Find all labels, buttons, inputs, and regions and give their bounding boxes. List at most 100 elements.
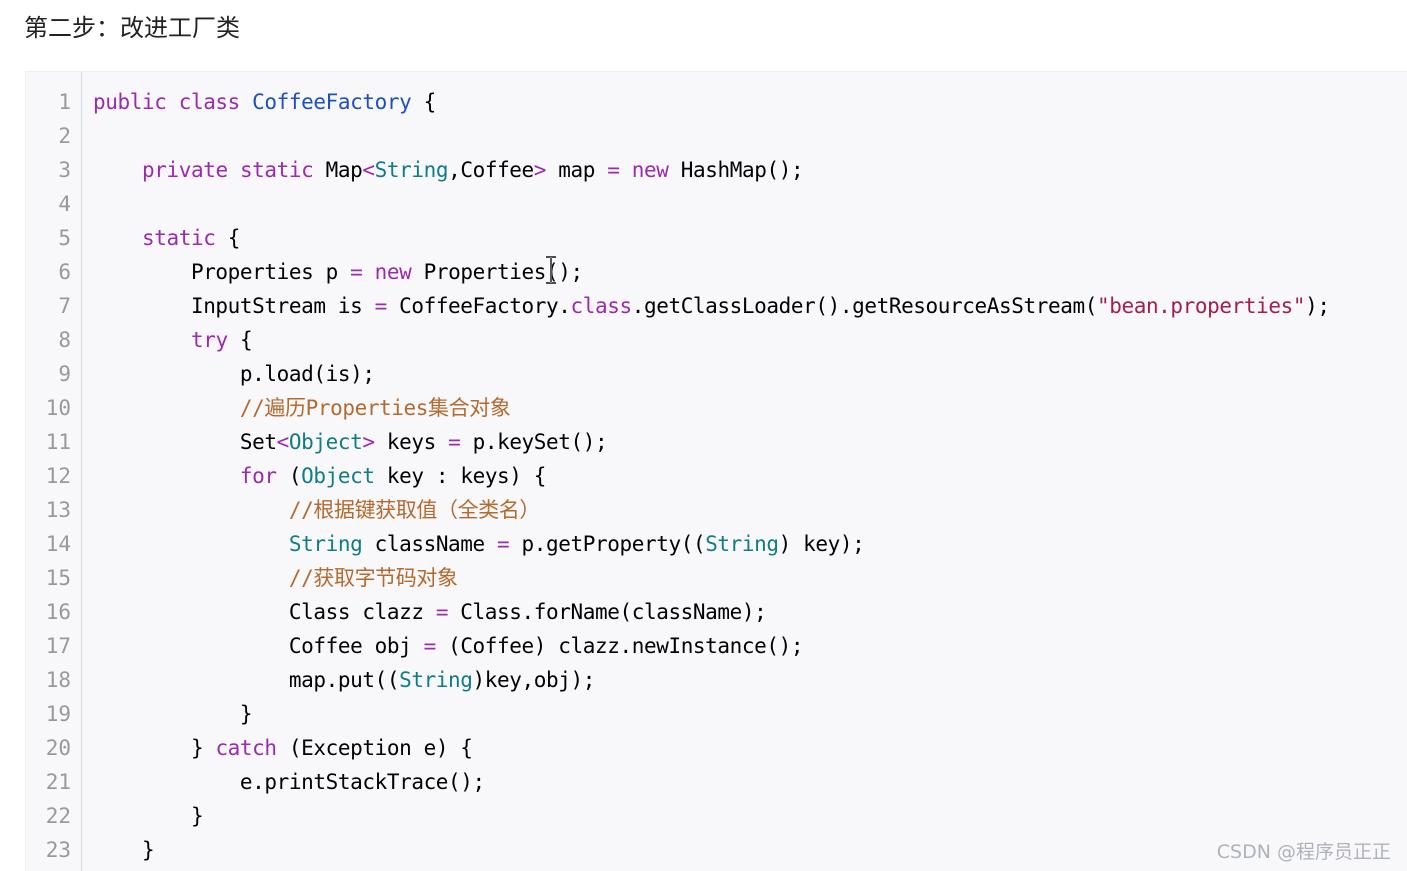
line-number: 3 xyxy=(58,158,71,182)
code-token: static xyxy=(141,226,228,250)
line-number: 1 xyxy=(58,90,71,114)
code-line: public class CoffeeFactory { xyxy=(93,85,436,119)
code-token: key : keys) { xyxy=(374,464,547,488)
line-number: 13 xyxy=(45,498,71,522)
code-token: map xyxy=(546,158,608,182)
line-number: 9 xyxy=(58,362,71,386)
code-token: p.load(is); xyxy=(93,362,375,386)
code-token: Coffee obj xyxy=(93,634,424,658)
line-number: 11 xyxy=(45,430,71,454)
line-number: 15 xyxy=(45,566,71,590)
code-token: } xyxy=(93,736,216,760)
code-token: } xyxy=(93,702,253,726)
code-token: p.getProperty(( xyxy=(509,532,706,556)
code-token: (Coffee) clazz.newInstance(); xyxy=(435,634,804,658)
code-line: //根据键获取值（全类名） xyxy=(93,493,541,527)
code-token: Class clazz xyxy=(93,600,436,624)
code-token: class xyxy=(178,90,253,114)
code-token: > xyxy=(362,430,375,454)
code-line: Class clazz = Class.forName(className); xyxy=(93,595,767,629)
code-line: for (Object key : keys) { xyxy=(93,459,547,493)
code-token: { xyxy=(239,328,253,352)
code-token: e.printStackTrace(); xyxy=(93,770,485,794)
watermark: CSDN @程序员正正 xyxy=(1216,841,1391,863)
code-line: //遍历Properties集合对象 xyxy=(93,391,511,425)
code-line: Coffee obj = (Coffee) clazz.newInstance(… xyxy=(93,629,804,663)
code-token: InputStream is xyxy=(93,294,375,318)
code-line: } xyxy=(93,833,155,867)
code-token: String xyxy=(288,532,363,556)
code-line: } xyxy=(93,799,204,833)
code-token: p.keySet(); xyxy=(460,430,608,454)
code-token: catch xyxy=(215,736,289,760)
code-token: ); xyxy=(1305,294,1330,318)
code-token: //遍历Properties集合对象 xyxy=(93,396,511,420)
code-token: ,Coffee xyxy=(448,158,534,182)
code-line: private static Map<String,Coffee> map = … xyxy=(93,153,804,187)
code-line: //获取字节码对象 xyxy=(93,561,458,595)
code-token: String xyxy=(374,158,449,182)
code-line: InputStream is = CoffeeFactory.class.get… xyxy=(93,289,1330,323)
code-token: < xyxy=(276,430,290,454)
line-number: 21 xyxy=(45,770,71,794)
line-number: 6 xyxy=(58,260,71,284)
code-token: = xyxy=(423,634,437,658)
code-token: //根据键获取值（全类名） xyxy=(93,498,541,522)
code-token: (Exception e) { xyxy=(288,736,473,760)
code-token: Class.forName(className); xyxy=(448,600,767,624)
code-token: keys xyxy=(374,430,449,454)
code-token: Properties(); xyxy=(423,260,584,284)
code-token: private xyxy=(141,158,240,182)
line-number: 4 xyxy=(58,192,71,216)
code-token: "bean.properties" xyxy=(1096,294,1306,318)
line-number: 16 xyxy=(45,600,71,624)
code-token: Set xyxy=(93,430,277,454)
code-line: Set<Object> keys = p.keySet(); xyxy=(93,425,608,459)
code-token: ) key); xyxy=(778,532,865,556)
line-number: 8 xyxy=(58,328,71,352)
line-number: 7 xyxy=(58,294,71,318)
code-block[interactable]: 1 2 3 4 5 6 7 8 9 10 11 12 13 14 15 16 17 18 19 20 21 22 23 pu… xyxy=(25,71,1407,871)
code-token: .getClassLoader().getResourceAsStream( xyxy=(631,294,1098,318)
code-token: map.put(( xyxy=(93,668,400,692)
code-line: e.printStackTrace(); xyxy=(93,765,485,799)
code-token: = xyxy=(607,158,620,182)
code-token: static xyxy=(239,158,326,182)
line-number: 20 xyxy=(45,736,71,760)
code-token: Properties p xyxy=(93,260,351,284)
line-number: 17 xyxy=(45,634,71,658)
line-number: 10 xyxy=(45,396,71,420)
code-token: = xyxy=(374,294,388,318)
code-token: > xyxy=(533,158,547,182)
code-line: try { xyxy=(93,323,253,357)
code-token: new xyxy=(631,158,681,182)
line-number: 12 xyxy=(45,464,71,488)
code-token: class xyxy=(570,294,633,318)
code-token: ( xyxy=(288,464,302,488)
code-token: Map xyxy=(325,158,363,182)
code-token: className xyxy=(362,532,498,556)
code-token: < xyxy=(362,158,375,182)
line-number: 23 xyxy=(45,838,71,862)
code-token: { xyxy=(227,226,241,250)
line-number: 19 xyxy=(45,702,71,726)
line-number: 18 xyxy=(45,668,71,692)
code-token: String xyxy=(399,668,473,692)
code-token: } xyxy=(93,804,204,828)
code-token: //获取字节码对象 xyxy=(93,566,458,590)
code-token: )key,obj); xyxy=(472,668,596,692)
code-token: HashMap(); xyxy=(680,158,804,182)
code-token: try xyxy=(190,328,240,352)
code-line: } catch (Exception e) { xyxy=(93,731,473,765)
code-content[interactable]: public class CoffeeFactory { private sta… xyxy=(93,72,1407,871)
code-token: = xyxy=(435,600,449,624)
code-token: for xyxy=(239,464,289,488)
code-token: public xyxy=(93,90,179,114)
code-token: Object xyxy=(288,430,363,454)
